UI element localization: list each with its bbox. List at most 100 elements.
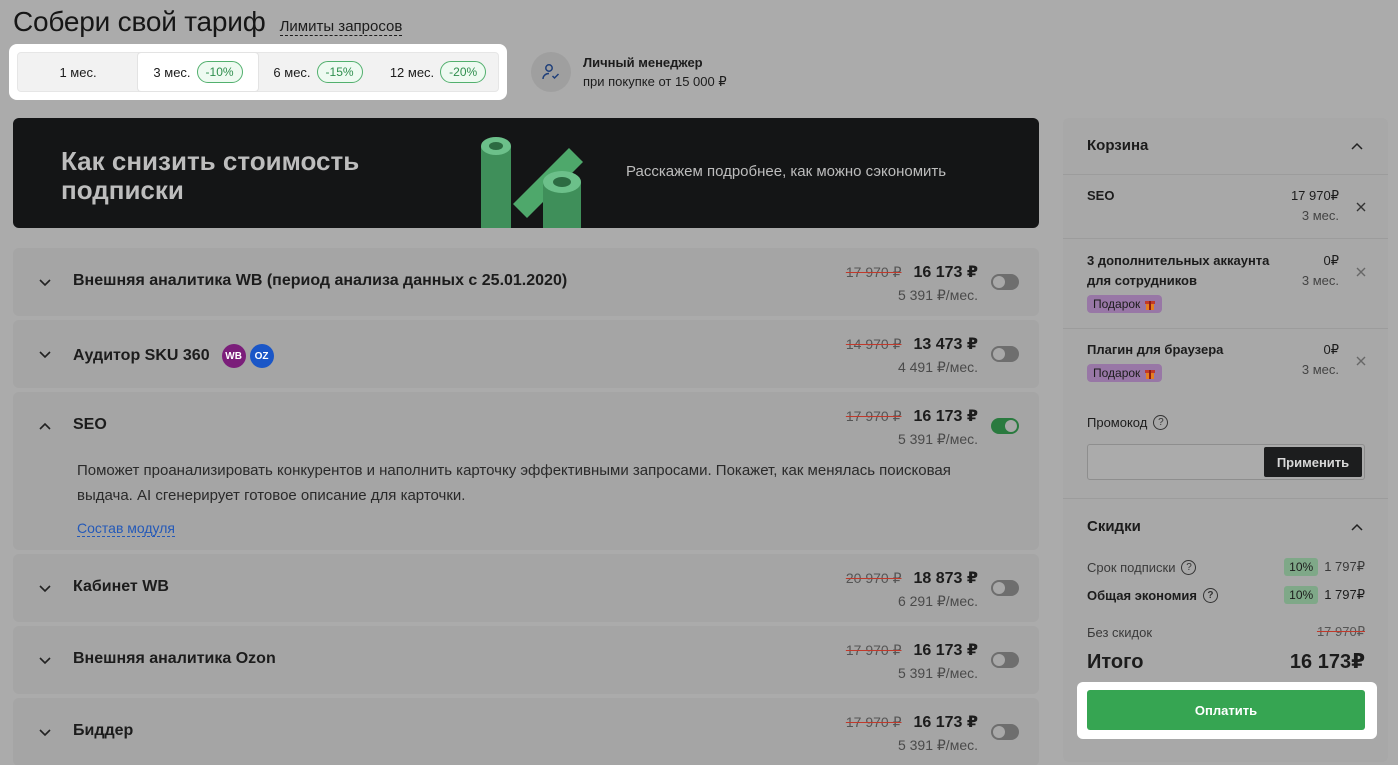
discount-total-label: Общая экономия (1087, 587, 1197, 603)
percent-illustration (481, 137, 583, 228)
close-icon[interactable] (1355, 201, 1367, 213)
apply-promo-button[interactable]: Применить (1264, 447, 1362, 477)
discount-term-row: Срок подписки? 10% 1 797₽ (1087, 558, 1365, 576)
discount-total-value: 1 797₽ (1324, 587, 1365, 602)
module-price: 14 970 ₽ 13 473 ₽ 4 491 ₽/мес. (846, 334, 978, 376)
no-discount-label: Без скидок (1087, 624, 1152, 640)
module-name-wrap: Аудитор SKU 360 WB OZ (73, 344, 274, 368)
help-icon[interactable]: ? (1202, 587, 1218, 603)
promo-banner[interactable]: Как снизить стоимость подписки Расскажем… (13, 118, 1039, 228)
no-discount-row: Без скидок 17 970₽ (1087, 624, 1365, 640)
cart-item-price: 17 970₽ 3 мес. (1291, 186, 1339, 226)
cart-panel: Корзина SEO 17 970₽ 3 мес. 3 дополнитель… (1063, 118, 1388, 762)
module-row-expanded: SEO 17 970 ₽ 16 173 ₽ 5 391 ₽/мес. Помож… (13, 392, 1039, 550)
module-price: 17 970 ₽ 16 173 ₽ 5 391 ₽/мес. (846, 406, 978, 448)
promo-input[interactable] (1088, 445, 1260, 479)
module-toggle[interactable] (991, 652, 1019, 668)
manager-title: Личный менеджер (583, 54, 703, 70)
pay-highlight: Оплатить (1077, 682, 1377, 739)
module-name: Аудитор SKU 360 (73, 347, 210, 364)
module-toggle[interactable] (991, 724, 1019, 740)
module-row: Биддер 17 970 ₽ 16 173 ₽ 5 391 ₽/мес. (13, 698, 1039, 765)
period-tab-1m[interactable]: 1 мес. (18, 53, 138, 91)
total-value: 16 173₽ (1289, 651, 1365, 673)
total-label: Итого (1087, 651, 1144, 673)
period-label: 12 мес. (389, 64, 435, 80)
promo-label: Промокод (1087, 415, 1148, 430)
chevron-up-icon[interactable] (1350, 521, 1364, 535)
period-label: 6 мес. (273, 64, 311, 80)
discount-total-pct: 10% (1284, 586, 1319, 604)
period-tab-3m[interactable]: 3 мес. -10% (138, 53, 258, 91)
help-icon[interactable]: ? (1153, 415, 1169, 430)
page-header: Собери свой тариф Лимиты запросов (13, 6, 403, 38)
old-price: 17 970 ₽ (845, 642, 902, 658)
module-name: Биддер (73, 722, 134, 739)
discounts-title: Скидки (1087, 518, 1141, 535)
module-toggle[interactable] (991, 346, 1019, 362)
cart-item-period: 3 мес. (1301, 273, 1339, 288)
manager-subtitle: при покупке от 15 000 ₽ (583, 73, 727, 89)
module-row: Кабинет WB 20 970 ₽ 18 873 ₽ 6 291 ₽/мес… (13, 554, 1039, 622)
chevron-up-icon[interactable] (1350, 140, 1364, 154)
new-price: 16 173 ₽ (913, 408, 978, 425)
page-title: Собери свой тариф (13, 6, 266, 37)
new-price: 13 473 ₽ (913, 336, 978, 353)
new-price: 18 873 ₽ (913, 570, 978, 587)
module-name: Внешняя аналитика WB (период анализа дан… (73, 272, 568, 289)
period-tabs: 1 мес. 3 мес. -10% 6 мес. -15% 12 мес. -… (17, 52, 499, 92)
help-icon[interactable]: ? (1181, 559, 1197, 575)
module-description: Поможет проанализировать конкурентов и н… (77, 462, 951, 504)
period-selector: 1 мес. 3 мес. -10% 6 мес. -15% 12 мес. -… (9, 44, 507, 100)
chevron-down-icon[interactable] (37, 724, 53, 740)
wb-badge: WB (221, 344, 246, 368)
chevron-down-icon[interactable] (37, 346, 53, 362)
monthly-price: 4 491 ₽/мес. (897, 359, 978, 375)
discount-term-value: 1 797₽ (1324, 559, 1365, 574)
module-price: 17 970 ₽ 16 173 ₽ 5 391 ₽/мес. (846, 262, 978, 304)
promo-label-row: Промокод ? (1087, 415, 1169, 430)
old-price: 17 970 ₽ (845, 408, 902, 424)
period-tab-6m[interactable]: 6 мес. -15% (258, 53, 378, 91)
total-row: Итого 16 173₽ (1087, 649, 1365, 674)
pay-button[interactable]: Оплатить (1087, 690, 1365, 730)
chevron-down-icon[interactable] (37, 652, 53, 668)
close-icon[interactable] (1355, 266, 1367, 278)
ozon-badge: OZ (249, 344, 274, 368)
module-name: SEO (73, 416, 107, 433)
banner-title: Как снизить стоимость подписки (61, 146, 360, 205)
module-composition-link[interactable]: Состав модуля (77, 520, 175, 537)
chevron-up-icon[interactable] (37, 418, 53, 434)
old-price: 17 970 ₽ (845, 264, 902, 280)
cart-item-amount: 0₽ (1323, 342, 1339, 357)
monthly-price: 5 391 ₽/мес. (897, 287, 978, 303)
no-discount-value: 17 970₽ (1316, 624, 1365, 639)
chevron-down-icon[interactable] (37, 580, 53, 596)
module-toggle[interactable] (991, 580, 1019, 596)
new-price: 16 173 ₽ (913, 714, 978, 731)
cart-item: Плагин для браузера Подарок 0₽ 3 мес. (1087, 340, 1367, 382)
module-price: 20 970 ₽ 18 873 ₽ 6 291 ₽/мес. (846, 568, 978, 610)
cart-item-period: 3 мес. (1301, 362, 1339, 377)
limits-link[interactable]: Лимиты запросов (279, 18, 403, 36)
close-icon[interactable] (1355, 355, 1367, 367)
new-price: 16 173 ₽ (913, 642, 978, 659)
cart-item-name: SEO (1087, 188, 1115, 203)
chevron-down-icon[interactable] (37, 274, 53, 290)
old-price: 20 970 ₽ (845, 570, 902, 586)
monthly-price: 5 391 ₽/мес. (897, 431, 978, 447)
module-price: 17 970 ₽ 16 173 ₽ 5 391 ₽/мес. (846, 640, 978, 682)
module-toggle[interactable] (991, 418, 1019, 434)
cart-item-price: 0₽ 3 мес. (1302, 340, 1339, 380)
cart-item-amount: 17 970₽ (1290, 188, 1339, 203)
discount-badge: -10% (196, 61, 243, 83)
manager-icon (531, 52, 571, 92)
period-tab-12m[interactable]: 12 мес. -20% (378, 53, 498, 91)
cart-item-price: 0₽ 3 мес. (1302, 251, 1339, 291)
cart-item: SEO 17 970₽ 3 мес. (1087, 186, 1367, 223)
old-price: 14 970 ₽ (845, 336, 902, 352)
module-toggle[interactable] (991, 274, 1019, 290)
period-label: 3 мес. (153, 64, 191, 80)
cart-item-period: 3 мес. (1301, 208, 1339, 223)
promo-box: Применить (1087, 444, 1365, 480)
